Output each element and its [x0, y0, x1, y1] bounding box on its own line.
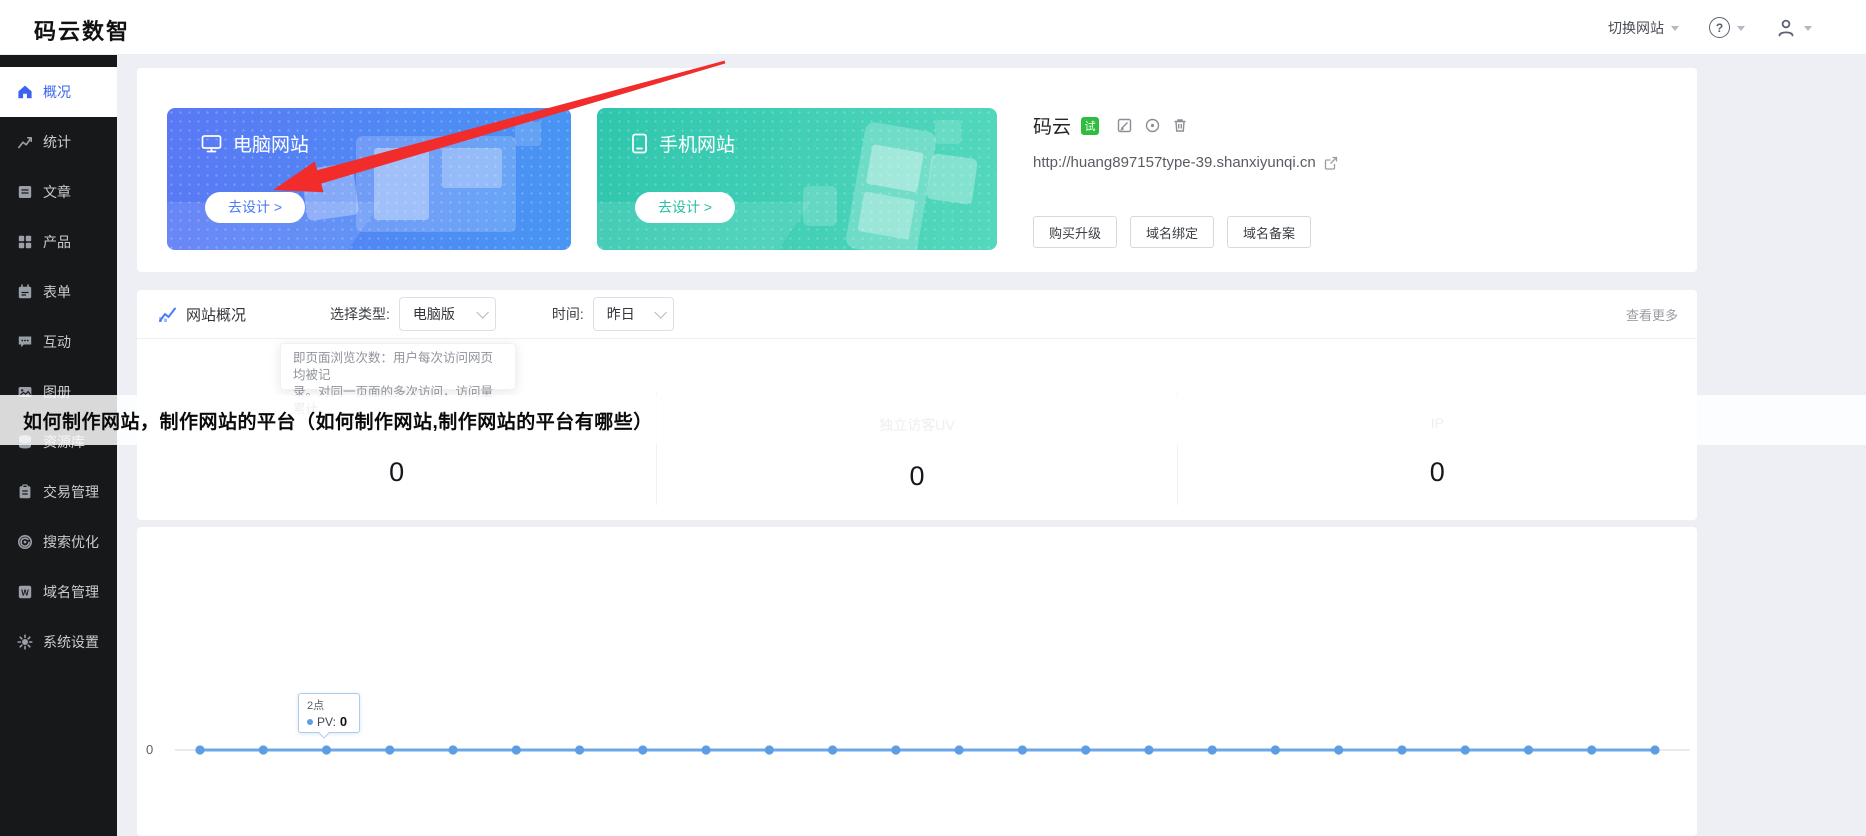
mobile-design-button[interactable]: 去设计 >: [635, 192, 736, 223]
sidebar-item-domain[interactable]: W 域名管理: [0, 567, 117, 617]
decor-phone-illustration: [844, 120, 938, 250]
pv-tooltip-line1: 即页面浏览次数：用户每次访问网页均被记: [293, 351, 494, 382]
chevron-down-icon: [1737, 26, 1745, 31]
svg-text:W: W: [21, 588, 29, 597]
pv-line-chart[interactable]: [137, 527, 1697, 836]
top-header: 码云数智 切换网站 ?: [0, 0, 1866, 55]
home-icon: [18, 85, 32, 99]
sidebar-item-label: 系统设置: [43, 634, 99, 650]
banner-text: 如何制作网站，制作网站的平台（如何制作网站,制作网站的平台有哪些）: [23, 411, 653, 433]
type-select-label: 选择类型:: [330, 306, 390, 322]
pv-trend-chart-panel: 0 2点 PV: 0: [137, 527, 1697, 836]
article-icon: [18, 186, 32, 198]
settings-icon: [17, 634, 33, 650]
chart-point-tooltip: 2点 PV: 0: [298, 693, 360, 739]
pc-website-card[interactable]: 电脑网站 去设计 >: [167, 108, 571, 250]
mobile-card-title: 手机网站: [659, 135, 736, 156]
stat-value: 0: [1429, 457, 1445, 487]
sidebar-item-trade[interactable]: 交易管理: [0, 467, 117, 517]
user-dropdown[interactable]: [1775, 17, 1812, 39]
stat-value: 0: [389, 457, 405, 487]
interact-icon: [18, 336, 32, 348]
view-more-link[interactable]: 查看更多: [1626, 305, 1678, 324]
help-dropdown[interactable]: ?: [1709, 17, 1745, 38]
sidebar-item-label: 表单: [43, 284, 71, 300]
switch-site-label: 切换网站: [1608, 19, 1664, 36]
preview-icon[interactable]: [1145, 118, 1160, 133]
tooltip-series-label: PV:: [317, 714, 336, 729]
domain-icon: W: [18, 585, 32, 599]
seo-icon: [18, 535, 32, 549]
sidebar-item-interaction[interactable]: 互动: [0, 317, 117, 367]
sidebar-item-products[interactable]: 产品: [0, 217, 117, 267]
type-select-value: 电脑版: [412, 306, 455, 322]
site-design-panel: 电脑网站 去设计 > 手机网站 去设计 > 码云 试 http://huang8…: [137, 68, 1697, 272]
decor-photo-illustration: [926, 153, 978, 205]
sidebar-item-overview[interactable]: 概况: [0, 67, 117, 117]
domain-record-button[interactable]: 域名备案: [1227, 216, 1312, 248]
pc-card-title: 电脑网站: [233, 135, 310, 156]
type-select[interactable]: 电脑版: [398, 297, 496, 331]
site-url: http://huang897157type-39.shanxiyunqi.cn: [1033, 154, 1316, 171]
trade-icon: [19, 484, 31, 499]
edit-icon[interactable]: [1117, 118, 1132, 133]
sidebar-nav: 概况统计文章产品表单互动图册资源库交易管理搜索优化W域名管理系统设置: [0, 55, 117, 836]
product-icon: [18, 235, 32, 249]
chevron-down-icon: [654, 305, 667, 319]
mobile-website-card[interactable]: 手机网站 去设计 >: [597, 108, 997, 250]
time-select-value: 昨日: [606, 306, 635, 322]
sidebar-item-label: 产品: [43, 234, 71, 250]
stats-icon: [18, 137, 32, 149]
sidebar-item-label: 统计: [43, 134, 71, 150]
series-dot-icon: [307, 718, 313, 725]
sidebar-item-label: 搜索优化: [43, 534, 99, 550]
monitor-icon: [201, 134, 222, 152]
chevron-down-icon: [476, 305, 489, 319]
time-select-label: 时间:: [551, 306, 584, 322]
tooltip-value: 0: [339, 714, 348, 729]
sidebar-item-label: 互动: [43, 334, 71, 350]
site-info-panel: 码云 试 http://huang897157type-39.shanxiyun…: [1033, 68, 1673, 272]
decor-photo-illustration: [300, 162, 360, 222]
decor-thumb-illustration: [803, 186, 837, 226]
user-icon: [1778, 19, 1794, 36]
open-link-icon[interactable]: [1324, 156, 1338, 170]
delete-icon[interactable]: [1173, 118, 1187, 133]
sidebar-item-label: 交易管理: [43, 484, 99, 500]
site-name: 码云: [1033, 117, 1072, 138]
sidebar-item-label: 概况: [43, 84, 71, 100]
buy-upgrade-button[interactable]: 购买升级: [1033, 216, 1118, 248]
sidebar-item-articles[interactable]: 文章: [0, 167, 117, 217]
sidebar-item-label: 文章: [43, 184, 71, 200]
sidebar-item-label: 域名管理: [43, 584, 99, 600]
sidebar-item-forms[interactable]: 表单: [0, 267, 117, 317]
tooltip-hour: 2点: [307, 700, 325, 712]
sidebar-item-settings[interactable]: 系统设置: [0, 617, 117, 667]
seo-text-banner: 如何制作网站，制作网站的平台（如何制作网站,制作网站的平台有哪些）: [0, 395, 1866, 445]
domain-bind-button[interactable]: 域名绑定: [1130, 216, 1215, 248]
decor-monitor-illustration: [356, 136, 516, 232]
sidebar-item-seo[interactable]: 搜索优化: [0, 517, 117, 567]
trend-chart-icon: [159, 307, 176, 322]
overview-title: 网站概况: [186, 306, 247, 324]
pc-design-button[interactable]: 去设计 >: [205, 192, 306, 223]
stat-value: 0: [909, 461, 925, 491]
sidebar-item-stats[interactable]: 统计: [0, 117, 117, 167]
time-select[interactable]: 昨日: [592, 297, 674, 331]
trial-badge: 试: [1081, 116, 1100, 135]
chevron-down-icon: [1671, 26, 1679, 31]
form-icon: [18, 284, 32, 299]
phone-icon: [632, 133, 647, 154]
pv-explanation-tooltip: 即页面浏览次数：用户每次访问网页均被记 录。对同一页面的多次访问，访问量累计。: [280, 343, 516, 416]
help-icon: ?: [1709, 17, 1730, 38]
decor-cube: [515, 122, 541, 146]
app-logo: 码云数智: [34, 19, 131, 44]
chevron-down-icon: [1804, 26, 1812, 31]
decor-cube: [935, 120, 961, 144]
switch-site-dropdown[interactable]: 切换网站: [1608, 18, 1679, 38]
